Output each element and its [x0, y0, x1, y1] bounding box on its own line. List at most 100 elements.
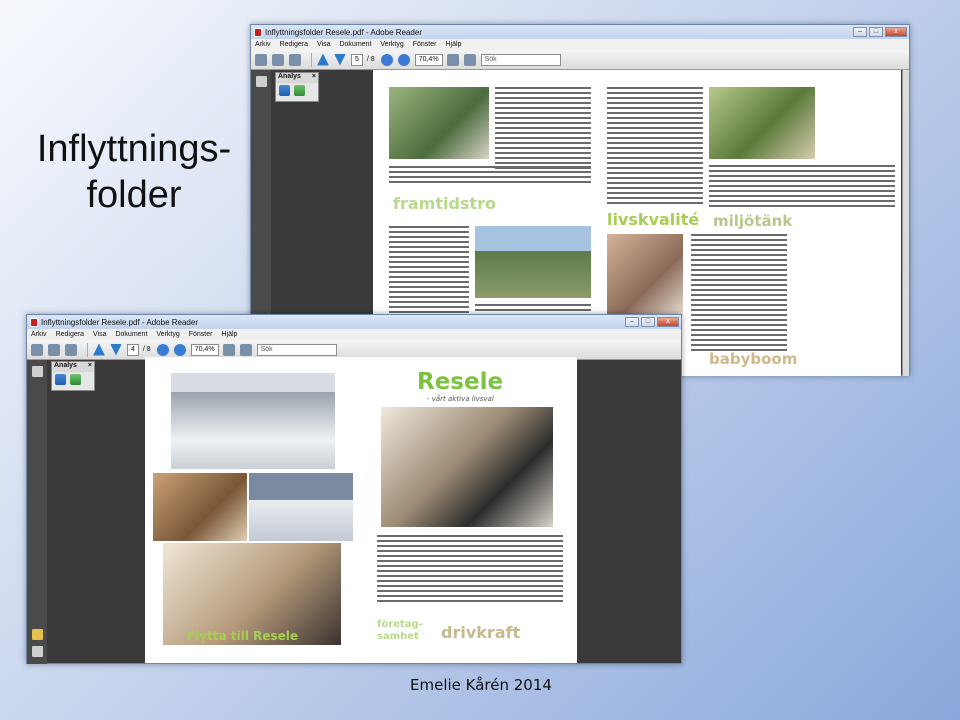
fit-page-icon[interactable]: [446, 53, 459, 66]
menu-arkiv[interactable]: Arkiv: [255, 41, 271, 48]
attachment-icon[interactable]: [31, 646, 43, 657]
photo-snow-family: [171, 373, 335, 469]
zoom-in-icon[interactable]: [397, 53, 410, 66]
print-icon[interactable]: [255, 53, 267, 66]
menu-dokument[interactable]: Dokument: [339, 41, 371, 48]
page-total: / 8: [366, 56, 375, 63]
zoom-out-icon[interactable]: [380, 53, 393, 66]
analysis-tool-icon[interactable]: [279, 85, 290, 96]
previous-page-icon[interactable]: [317, 53, 329, 66]
pages-icon[interactable]: [31, 366, 43, 377]
pdf-page: Flytta till Resele Resele - vårt aktiva …: [145, 357, 577, 663]
close-button[interactable]: x: [885, 27, 907, 37]
mail-icon[interactable]: [48, 343, 60, 356]
menu-dokument[interactable]: Dokument: [115, 331, 147, 338]
analysis-tool-icon[interactable]: [55, 374, 66, 385]
menu-hjalp[interactable]: Hjälp: [221, 331, 237, 338]
menu-redigera[interactable]: Redigera: [280, 41, 308, 48]
heading-resele: Resele: [417, 369, 504, 395]
print-icon[interactable]: [31, 343, 43, 356]
minimize-button[interactable]: –: [853, 27, 867, 37]
heading-foretagsamhet-1: företag-: [377, 619, 423, 630]
next-page-icon[interactable]: [110, 343, 122, 356]
maximize-button[interactable]: □: [869, 27, 883, 37]
zoom-field[interactable]: 70,4%: [414, 53, 443, 66]
menu-visa[interactable]: Visa: [317, 41, 331, 48]
photo-lake-children: [475, 226, 591, 298]
fit-width-icon[interactable]: [239, 343, 252, 356]
menu-arkiv[interactable]: Arkiv: [31, 331, 47, 338]
page-number-input[interactable]: 5: [351, 53, 363, 66]
fit-width-icon[interactable]: [463, 53, 476, 66]
left-sidebar: [27, 360, 47, 664]
menu-verktyg[interactable]: Verktyg: [380, 41, 403, 48]
window-title: Inflyttningsfolder Resele.pdf - Adobe Re…: [41, 317, 198, 327]
menu-bar: Arkiv Redigera Visa Dokument Verktyg Fön…: [251, 39, 909, 50]
scrollbar[interactable]: [902, 70, 909, 376]
back-icon[interactable]: [65, 343, 77, 356]
heading-flytta-till-resele: Flytta till Resele: [187, 629, 299, 643]
pdf-icon: [30, 317, 38, 327]
footer-credit: Emelie Kårén 2014: [410, 676, 552, 694]
text-column: [691, 234, 787, 354]
slide-title-line2: folder: [86, 174, 182, 216]
menu-verktyg[interactable]: Verktyg: [156, 331, 179, 338]
text-block: [709, 165, 895, 207]
heading-drivkraft: drivkraft: [441, 623, 521, 642]
menu-hjalp[interactable]: Hjälp: [445, 41, 461, 48]
fit-page-icon[interactable]: [222, 343, 235, 356]
analys-panel: Analys ×: [51, 361, 95, 391]
back-icon[interactable]: [289, 53, 301, 66]
search-input[interactable]: Sök: [256, 343, 337, 356]
tagline: - vårt aktiva livsval: [427, 395, 494, 403]
zoom-out-icon[interactable]: [156, 343, 169, 356]
zoom-field[interactable]: 70,4%: [190, 343, 219, 356]
window-title: Inflyttningsfolder Resele.pdf - Adobe Re…: [265, 27, 422, 37]
mail-icon[interactable]: [272, 53, 284, 66]
menu-bar: Arkiv Redigera Visa Dokument Verktyg Fön…: [27, 329, 681, 340]
toolbar-divider: [311, 52, 312, 67]
minimize-button[interactable]: –: [625, 317, 639, 327]
page-number-input[interactable]: 4: [127, 343, 139, 356]
photo-family-garden: [389, 87, 489, 159]
pages-icon[interactable]: [255, 76, 267, 87]
reader-window-front[interactable]: Inflyttningsfolder Resele.pdf - Adobe Re…: [26, 314, 682, 664]
heading-livskvalite: livskvalité: [607, 210, 700, 229]
pdf-icon: [254, 27, 262, 37]
panel-close-button[interactable]: ×: [88, 362, 92, 372]
text-column: [495, 87, 591, 169]
close-button[interactable]: x: [657, 317, 679, 327]
map-tool-icon[interactable]: [294, 85, 305, 96]
maximize-button[interactable]: □: [641, 317, 655, 327]
toolbar: 5 / 8 70,4% Sök: [251, 50, 909, 70]
next-page-icon[interactable]: [334, 53, 346, 66]
panel-close-button[interactable]: ×: [312, 73, 316, 83]
heading-foretagsamhet-2: samhet: [377, 631, 419, 642]
photo-family-kitchen: [381, 407, 553, 527]
comment-icon[interactable]: [31, 629, 43, 640]
menu-fonster[interactable]: Fönster: [189, 331, 213, 338]
text-block: [377, 535, 563, 605]
panel-title: Analys: [278, 73, 301, 80]
menu-fonster[interactable]: Fönster: [413, 41, 437, 48]
window-titlebar[interactable]: Inflyttningsfolder Resele.pdf - Adobe Re…: [251, 25, 909, 39]
photo-mother-children: [153, 473, 247, 541]
heading-framtidstro: framtidstro: [393, 194, 496, 213]
heading-miljotank: miljötänk: [713, 212, 793, 230]
map-tool-icon[interactable]: [70, 374, 81, 385]
analys-panel: Analys ×: [275, 72, 319, 102]
text-block: [389, 166, 591, 186]
photo-baby: [607, 234, 683, 316]
panel-title: Analys: [54, 362, 77, 369]
window-titlebar[interactable]: Inflyttningsfolder Resele.pdf - Adobe Re…: [27, 315, 681, 329]
previous-page-icon[interactable]: [93, 343, 105, 356]
slide-title-line1: Inflyttnings-: [36, 128, 232, 170]
heading-babyboom: babyboom: [709, 350, 798, 368]
menu-visa[interactable]: Visa: [93, 331, 107, 338]
menu-redigera[interactable]: Redigera: [56, 331, 84, 338]
slide-title: Inflyttnings- folder: [34, 126, 234, 218]
page-total: / 8: [142, 346, 151, 353]
photo-woman-berries: [709, 87, 815, 159]
search-input[interactable]: Sök: [480, 53, 561, 66]
zoom-in-icon[interactable]: [173, 343, 186, 356]
